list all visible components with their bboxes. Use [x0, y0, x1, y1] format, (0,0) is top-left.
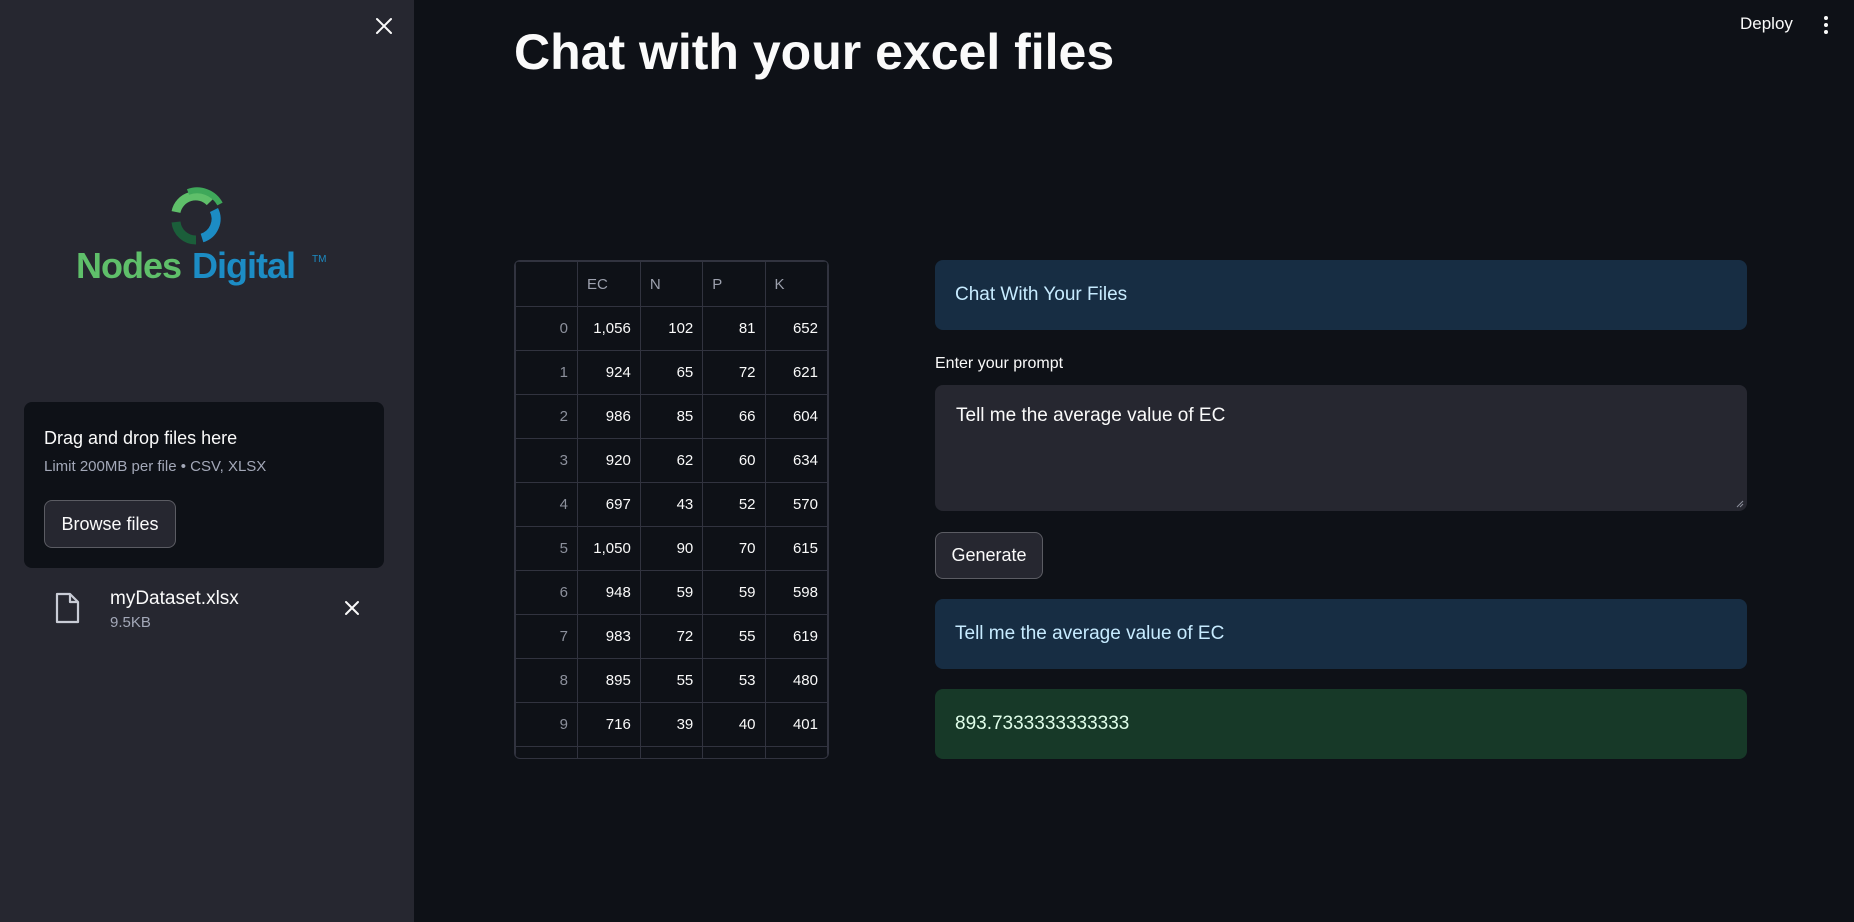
- file-name: myDataset.xlsx: [110, 588, 239, 609]
- table-cell[interactable]: 697: [577, 482, 641, 527]
- table-cell[interactable]: 81: [702, 306, 766, 351]
- table-row: 0 1,056 102 81 652: [515, 306, 828, 351]
- table-row: 1 924 65 72 621: [515, 350, 828, 395]
- table-cell[interactable]: 60: [702, 438, 766, 483]
- row-index: 8: [515, 658, 578, 703]
- table-cell[interactable]: 570: [764, 482, 828, 527]
- row-index: 0: [515, 306, 578, 351]
- remove-file-icon[interactable]: [340, 596, 364, 620]
- table-cell[interactable]: 55: [702, 614, 766, 659]
- table-row: 6 948 59 59 598: [515, 570, 828, 615]
- table-cell[interactable]: 53: [702, 658, 766, 703]
- table-cell[interactable]: 604: [764, 394, 828, 439]
- table-cell[interactable]: 1,050: [577, 526, 641, 571]
- table-row: 7 983 72 55 619: [515, 614, 828, 659]
- prompt-text: Tell me the average value of EC: [956, 405, 1226, 426]
- row-index: 9: [515, 702, 578, 747]
- sidebar: Nodes Digital TM Drag and drop files her…: [0, 0, 414, 922]
- file-uploader-dropzone[interactable]: Drag and drop files here Limit 200MB per…: [24, 402, 384, 568]
- table-cell[interactable]: 598: [764, 570, 828, 615]
- table-cell[interactable]: 52: [702, 482, 766, 527]
- table-cell[interactable]: 62: [639, 438, 704, 483]
- table-cell[interactable]: 615: [764, 526, 828, 571]
- row-index: 6: [515, 570, 578, 615]
- table-cell[interactable]: 59: [702, 570, 766, 615]
- result-success-box: 893.7333333333333: [935, 689, 1747, 759]
- table-cell[interactable]: 986: [577, 394, 641, 439]
- table-row: 4 697 43 52 570: [515, 482, 828, 527]
- main-menu-icon[interactable]: [1816, 10, 1836, 40]
- resize-handle-icon[interactable]: [1736, 500, 1744, 508]
- table-cell[interactable]: 1,056: [577, 306, 641, 351]
- column-header-index[interactable]: [515, 261, 578, 307]
- table-row: 3 920 62 60 634: [515, 438, 828, 483]
- prompt-echo-info: Tell me the average value of EC: [935, 599, 1747, 669]
- row-index: 2: [515, 394, 578, 439]
- table-cell[interactable]: 895: [577, 658, 641, 703]
- table-row-partial: [515, 746, 828, 758]
- file-size: 9.5KB: [110, 614, 151, 631]
- close-sidebar-icon[interactable]: [372, 12, 396, 40]
- deploy-button[interactable]: Deploy: [1730, 8, 1803, 40]
- browse-files-button[interactable]: Browse files: [44, 500, 176, 548]
- prompt-label: Enter your prompt: [935, 355, 1064, 372]
- row-index: 4: [515, 482, 578, 527]
- table-cell[interactable]: 619: [764, 614, 828, 659]
- data-table[interactable]: EC N P K 0 1,056 102 81 652 1 924 65 72 …: [514, 260, 829, 759]
- file-icon: [54, 592, 80, 624]
- page-title: Chat with your excel files: [514, 24, 1115, 80]
- table-header-row: EC N P K: [515, 261, 828, 307]
- column-header-ec[interactable]: EC: [577, 261, 641, 307]
- table-cell[interactable]: 70: [702, 526, 766, 571]
- row-index: 3: [515, 438, 578, 483]
- column-header-p[interactable]: P: [702, 261, 766, 307]
- logo-trademark: TM: [312, 254, 326, 265]
- table-cell[interactable]: 634: [764, 438, 828, 483]
- row-index: 5: [515, 526, 578, 571]
- table-cell[interactable]: 716: [577, 702, 641, 747]
- table-cell[interactable]: 66: [702, 394, 766, 439]
- row-index: 7: [515, 614, 578, 659]
- table-cell[interactable]: 59: [639, 570, 704, 615]
- table-cell[interactable]: 924: [577, 350, 641, 395]
- logo-word-nodes: Nodes: [76, 245, 181, 286]
- table-cell[interactable]: 920: [577, 438, 641, 483]
- table-row: 5 1,050 90 70 615: [515, 526, 828, 571]
- generate-button[interactable]: Generate: [935, 532, 1043, 579]
- table-row: 2 986 85 66 604: [515, 394, 828, 439]
- table-cell[interactable]: 40: [702, 702, 766, 747]
- column-header-k[interactable]: K: [764, 261, 828, 307]
- table-cell[interactable]: 401: [764, 702, 828, 747]
- table-cell[interactable]: 621: [764, 350, 828, 395]
- table-cell[interactable]: 39: [639, 702, 704, 747]
- nodes-digital-logo: Nodes Digital TM: [74, 182, 334, 300]
- uploaded-file-item: myDataset.xlsx 9.5KB: [54, 588, 374, 638]
- table-cell[interactable]: 480: [764, 658, 828, 703]
- table-cell[interactable]: 55: [639, 658, 704, 703]
- logo-word-digital: Digital: [192, 245, 295, 286]
- dropzone-limit-text: Limit 200MB per file • CSV, XLSX: [44, 458, 267, 475]
- table-cell[interactable]: 72: [702, 350, 766, 395]
- dropzone-title: Drag and drop files here: [44, 428, 238, 448]
- table-row: 9 716 39 40 401: [515, 702, 828, 747]
- prompt-textarea[interactable]: Tell me the average value of EC: [935, 385, 1747, 511]
- row-index: 1: [515, 350, 578, 395]
- table-cell[interactable]: 85: [639, 394, 704, 439]
- table-cell[interactable]: 983: [577, 614, 641, 659]
- table-cell[interactable]: 72: [639, 614, 704, 659]
- table-row: 8 895 55 53 480: [515, 658, 828, 703]
- chat-header-info: Chat With Your Files: [935, 260, 1747, 330]
- table-cell[interactable]: 652: [764, 306, 828, 351]
- table-cell[interactable]: 65: [639, 350, 704, 395]
- table-cell[interactable]: 43: [639, 482, 704, 527]
- column-header-n[interactable]: N: [639, 261, 704, 307]
- table-cell[interactable]: 90: [639, 526, 704, 571]
- table-cell[interactable]: 102: [639, 306, 704, 351]
- table-cell[interactable]: 948: [577, 570, 641, 615]
